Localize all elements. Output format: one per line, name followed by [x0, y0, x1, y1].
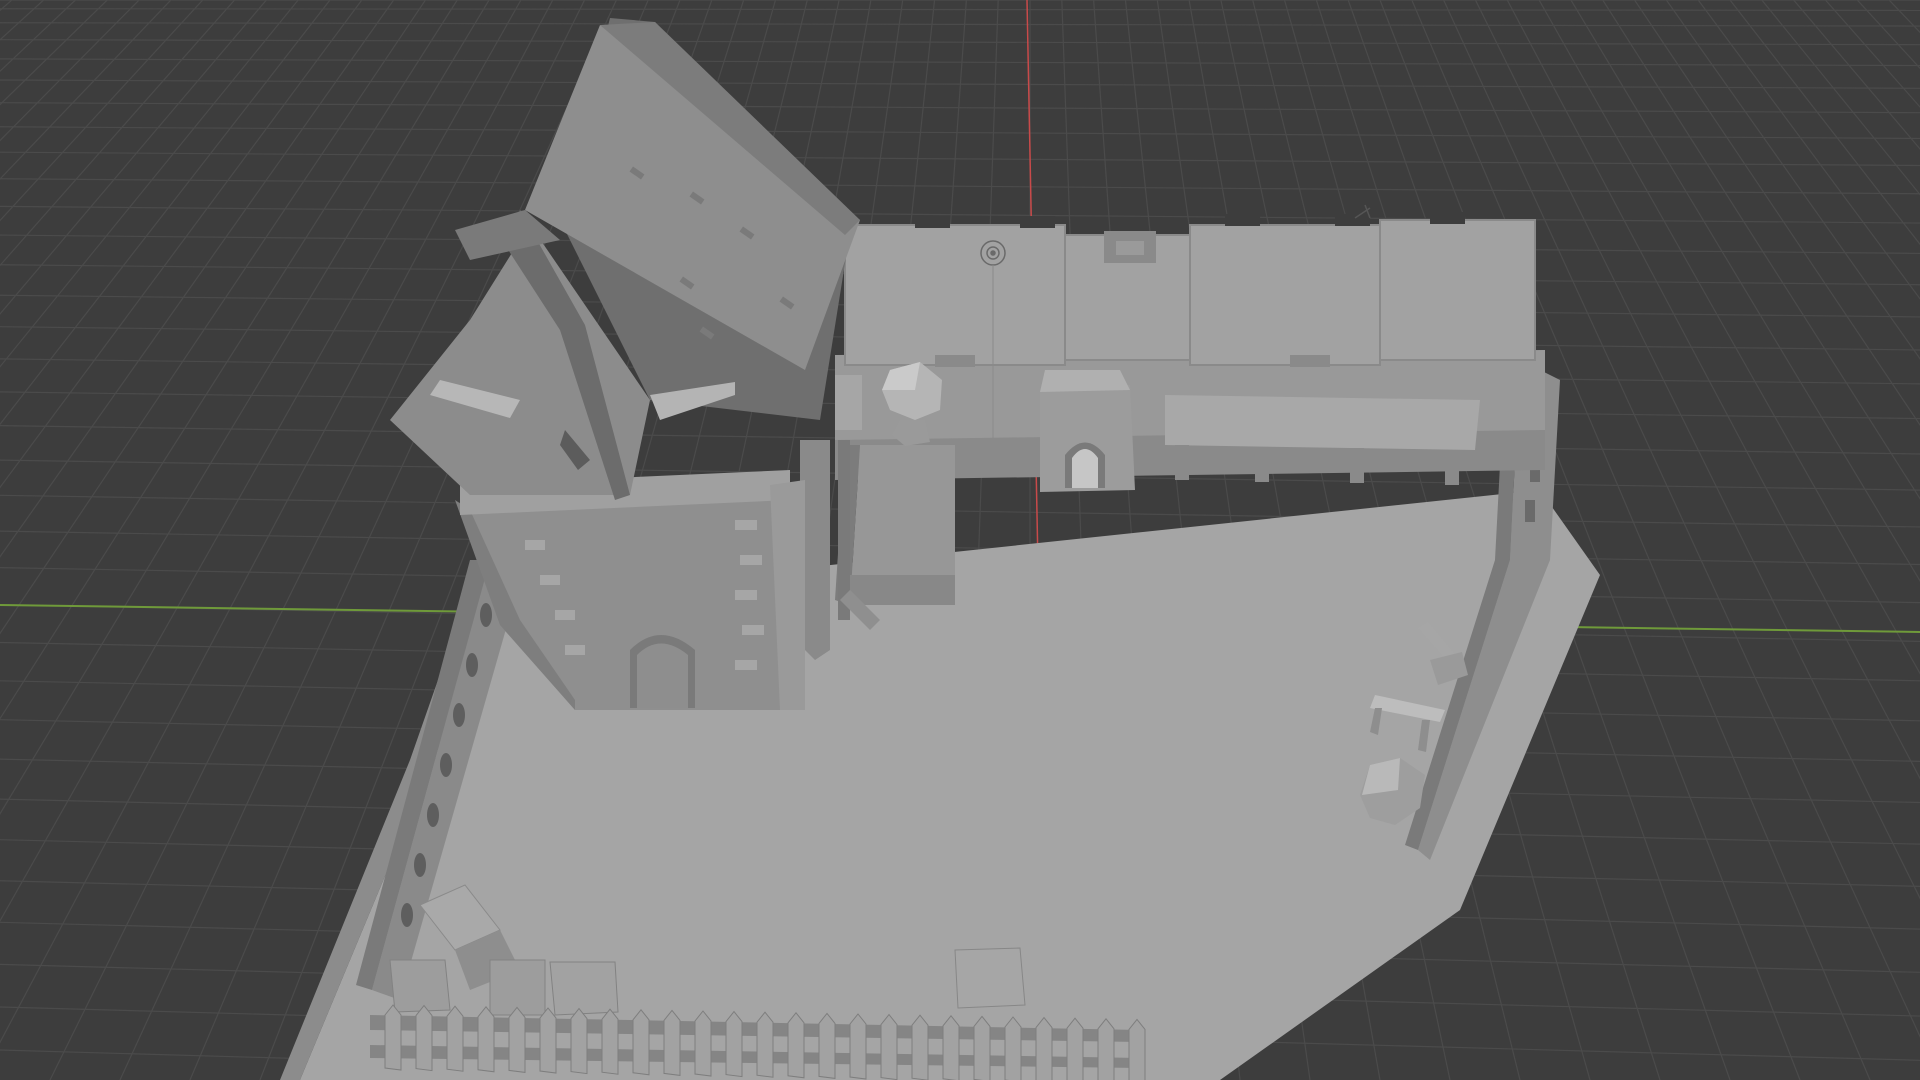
fence-picket [787, 1011, 805, 1079]
central-block[interactable] [835, 445, 955, 605]
gatehouse[interactable] [1040, 370, 1135, 492]
fence-picket [601, 1008, 619, 1075]
fence-picket [1097, 1017, 1115, 1080]
fence-picket [415, 1004, 433, 1072]
fence-picket [446, 1005, 464, 1072]
fence-picket [756, 1011, 774, 1078]
fence-picket [1004, 1016, 1022, 1080]
fence-picket [384, 1004, 402, 1071]
fence-picket [1066, 1017, 1084, 1080]
fence-picket [849, 1013, 867, 1080]
battlements[interactable] [844, 219, 1536, 366]
fence-picket [818, 1012, 836, 1079]
fence-picket [539, 1007, 557, 1074]
fence-picket [632, 1008, 650, 1076]
fence-picket [942, 1014, 960, 1080]
fence-picket [570, 1007, 588, 1075]
fence-picket [1128, 1018, 1146, 1080]
fence-picket [911, 1014, 929, 1080]
fence-picket [694, 1010, 712, 1077]
fence-picket [1035, 1016, 1053, 1080]
fence-picket [880, 1013, 898, 1080]
fence-picket [508, 1006, 526, 1073]
fence-picket [477, 1005, 495, 1073]
fence-picket [663, 1009, 681, 1076]
fence-picket [973, 1015, 991, 1080]
fence-picket [725, 1010, 743, 1078]
3d-viewport[interactable] [0, 0, 1920, 1080]
